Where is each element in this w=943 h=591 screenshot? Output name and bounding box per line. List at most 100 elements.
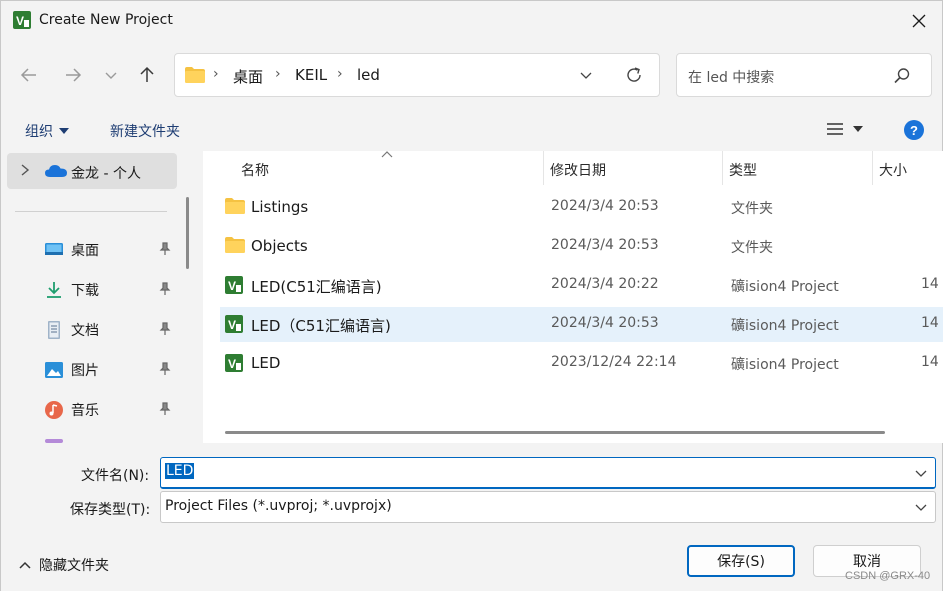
horizontal-scrollbar[interactable] — [225, 431, 885, 434]
file-name: LED（C51汇编语言) — [251, 317, 391, 335]
download-icon — [47, 282, 61, 298]
file-list: 名称 修改日期 类型 大小 Listings 2024/3/4 20:53 文件夹 O… — [203, 151, 943, 443]
uvision-app-icon: V — [13, 11, 31, 29]
file-date: 2024/3/4 20:53 — [551, 198, 659, 214]
navigation-pane: 金龙 - 个人 桌面 下载 文档 图片 音乐 — [1, 151, 197, 443]
file-date: 2024/3/4 20:53 — [551, 315, 659, 331]
nav-item-downloads[interactable]: 下载 — [45, 277, 179, 303]
breadcrumb-separator: › — [213, 66, 219, 82]
view-options-button[interactable] — [827, 122, 863, 136]
nav-item-desktop[interactable]: 桌面 — [45, 237, 179, 263]
pin-icon[interactable] — [159, 242, 171, 256]
close-button[interactable] — [896, 1, 942, 41]
column-header-date[interactable]: 修改日期 — [544, 151, 722, 185]
folder-icon — [225, 237, 245, 253]
uvision-project-icon: V — [225, 354, 243, 372]
column-header-name[interactable]: 名称 — [203, 151, 543, 185]
hide-folders-toggle[interactable]: 隐藏文件夹 — [19, 555, 109, 575]
nav-label: 图片 — [71, 363, 99, 379]
filename-input[interactable]: LED — [160, 457, 936, 489]
onedrive-cloud-icon — [45, 165, 67, 177]
documents-icon — [48, 321, 60, 339]
new-folder-button[interactable]: 新建文件夹 — [110, 121, 180, 141]
file-row[interactable]: V LED（C51汇编语言) 2024/3/4 20:53 礦ision4 Proje… — [220, 307, 943, 342]
chevron-down-icon[interactable] — [915, 468, 927, 478]
file-name: LED — [251, 354, 281, 372]
command-toolbar: 组织 新建文件夹 ? — [1, 111, 942, 149]
column-header-type[interactable]: 类型 — [723, 151, 872, 185]
svg-text:V: V — [228, 279, 236, 293]
pin-icon[interactable] — [159, 322, 171, 336]
file-size: 14 — [921, 276, 939, 292]
svg-text:V: V — [16, 14, 24, 28]
nav-divider — [15, 211, 167, 212]
organize-label: 组织 — [25, 124, 53, 140]
arrow-right-icon — [66, 68, 82, 82]
nav-label: 下载 — [71, 283, 99, 299]
file-row[interactable]: V LED(C51汇编语言) 2024/3/4 20:22 礦ision4 Proje… — [220, 268, 943, 303]
file-size: 14 — [921, 354, 939, 370]
hide-folders-label: 隐藏文件夹 — [39, 558, 109, 574]
help-button[interactable]: ? — [904, 120, 924, 140]
file-row[interactable]: V LED 2023/12/24 22:14 礦ision4 Project 14 — [220, 346, 943, 381]
column-size-label: 大小 — [879, 163, 907, 179]
recent-locations-button[interactable] — [99, 63, 123, 87]
chevron-right-icon[interactable] — [19, 163, 31, 177]
list-view-icon — [827, 123, 843, 135]
svg-text:V: V — [228, 357, 236, 371]
nav-item-documents[interactable]: 文档 — [45, 317, 179, 343]
chevron-down-icon[interactable] — [579, 68, 593, 82]
save-button[interactable]: 保存(S) — [687, 545, 795, 577]
pin-icon[interactable] — [159, 402, 171, 416]
nav-item-pictures[interactable]: 图片 — [45, 357, 179, 383]
file-row[interactable]: Objects 2024/3/4 20:53 文件夹 — [220, 229, 943, 264]
file-type: 文件夹 — [731, 201, 773, 217]
back-button[interactable] — [17, 63, 41, 87]
caret-down-icon — [853, 126, 863, 132]
filename-value[interactable]: LED — [165, 463, 195, 479]
uvision-project-icon: V — [225, 315, 243, 333]
pin-icon[interactable] — [159, 282, 171, 296]
window-title: Create New Project — [39, 12, 173, 28]
file-name: Listings — [251, 198, 309, 216]
search-icon[interactable] — [893, 67, 911, 85]
close-icon — [912, 14, 926, 28]
nav-label: 音乐 — [71, 403, 99, 419]
onedrive-label: 金龙 - 个人 — [71, 166, 141, 182]
file-type: 文件夹 — [731, 240, 773, 256]
folder-icon — [225, 198, 245, 214]
svg-text:V: V — [228, 318, 236, 332]
file-row[interactable]: Listings 2024/3/4 20:53 文件夹 — [220, 190, 943, 225]
breadcrumb-led[interactable]: led — [357, 66, 380, 84]
column-date-label: 修改日期 — [550, 163, 606, 179]
title-bar: V Create New Project — [1, 1, 942, 41]
chevron-down-icon[interactable] — [915, 502, 927, 512]
address-bar[interactable]: › 桌面 › KEIL › led — [174, 53, 660, 97]
file-type: 礦ision4 Project — [731, 357, 839, 373]
nav-item-onedrive[interactable]: 金龙 - 个人 — [7, 153, 177, 189]
nav-label: 桌面 — [71, 243, 99, 259]
up-button[interactable] — [135, 63, 159, 87]
search-box[interactable]: 在 led 中搜索 — [676, 53, 932, 97]
help-icon: ? — [910, 122, 918, 138]
search-placeholder: 在 led 中搜索 — [688, 70, 775, 86]
column-type-label: 类型 — [729, 163, 757, 179]
nav-scrollbar[interactable] — [186, 197, 189, 269]
uvision-project-icon: V — [225, 276, 243, 294]
breadcrumb-desktop[interactable]: 桌面 — [233, 66, 263, 87]
file-name: Objects — [251, 237, 308, 255]
nav-item-music[interactable]: 音乐 — [45, 397, 179, 423]
chevron-down-icon — [105, 72, 117, 79]
pin-icon[interactable] — [159, 362, 171, 376]
refresh-icon[interactable] — [625, 66, 643, 84]
organize-menu-button[interactable]: 组织 — [25, 121, 69, 141]
column-name-label: 名称 — [241, 163, 269, 179]
column-header-size[interactable]: 大小 — [873, 151, 943, 185]
music-icon — [45, 401, 63, 419]
filetype-label: 保存类型(T): — [70, 502, 151, 518]
file-name: LED(C51汇编语言) — [251, 278, 382, 296]
filetype-select[interactable]: Project Files (*.uvproj; *.uvprojx) — [160, 491, 936, 523]
forward-button[interactable] — [61, 63, 85, 87]
file-type: 礦ision4 Project — [731, 279, 839, 295]
breadcrumb-keil[interactable]: KEIL — [295, 66, 327, 84]
